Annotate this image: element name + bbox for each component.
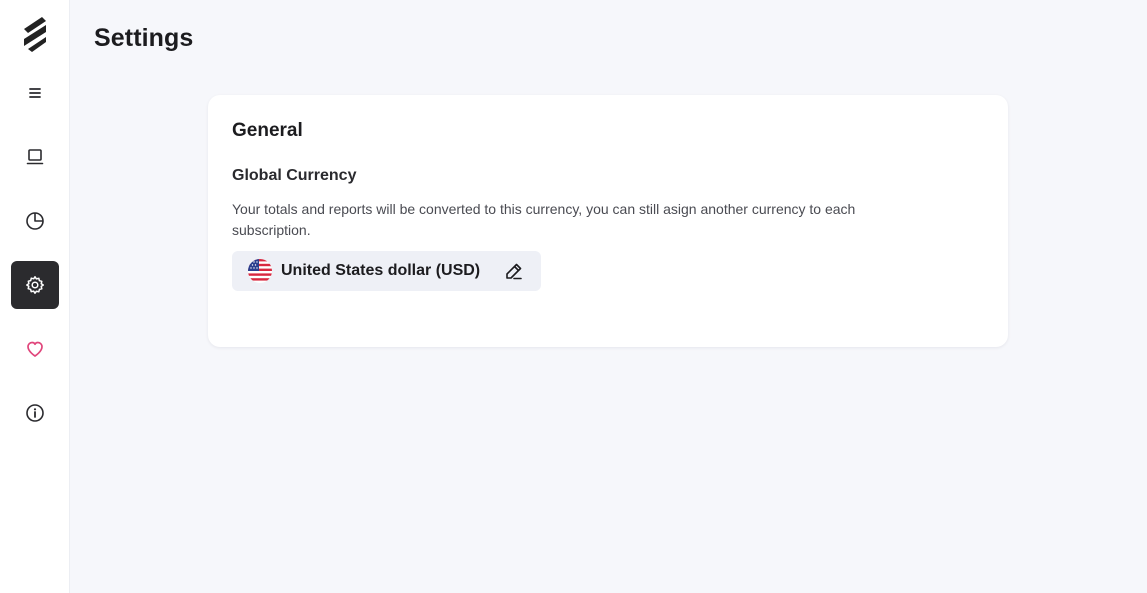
sidebar-item-subscriptions[interactable]: [11, 133, 59, 181]
app-logo[interactable]: [22, 15, 48, 53]
sidebar-item-settings[interactable]: [11, 261, 59, 309]
edit-currency-button[interactable]: [504, 261, 524, 281]
general-settings-card: General Global Currency Your totals and …: [208, 95, 1008, 347]
laptop-icon: [26, 149, 44, 165]
pie-chart-icon: [26, 212, 44, 230]
selected-currency-label: United States dollar (USD): [281, 262, 481, 279]
sidebar-item-favorites[interactable]: [11, 325, 59, 373]
sidebar-item-statistics[interactable]: [11, 197, 59, 245]
gear-icon: [26, 276, 45, 294]
logo-icon: [24, 17, 46, 52]
global-currency-title: Global Currency: [232, 167, 357, 184]
heart-icon: [27, 341, 43, 357]
card-title: General: [232, 120, 303, 141]
pencil-icon: [506, 263, 522, 280]
us-flag-icon: [248, 259, 272, 283]
page-title: Settings: [94, 24, 194, 52]
sidebar-item-menu[interactable]: [11, 69, 59, 117]
menu-icon: [29, 88, 41, 98]
info-icon: [26, 404, 44, 422]
app-root: Settings General Global Currency Your to…: [0, 0, 1147, 593]
currency-selector[interactable]: United States dollar (USD): [232, 251, 541, 291]
sidebar: [0, 0, 70, 593]
sidebar-item-about[interactable]: [11, 389, 59, 437]
global-currency-description: Your totals and reports will be converte…: [232, 201, 856, 238]
